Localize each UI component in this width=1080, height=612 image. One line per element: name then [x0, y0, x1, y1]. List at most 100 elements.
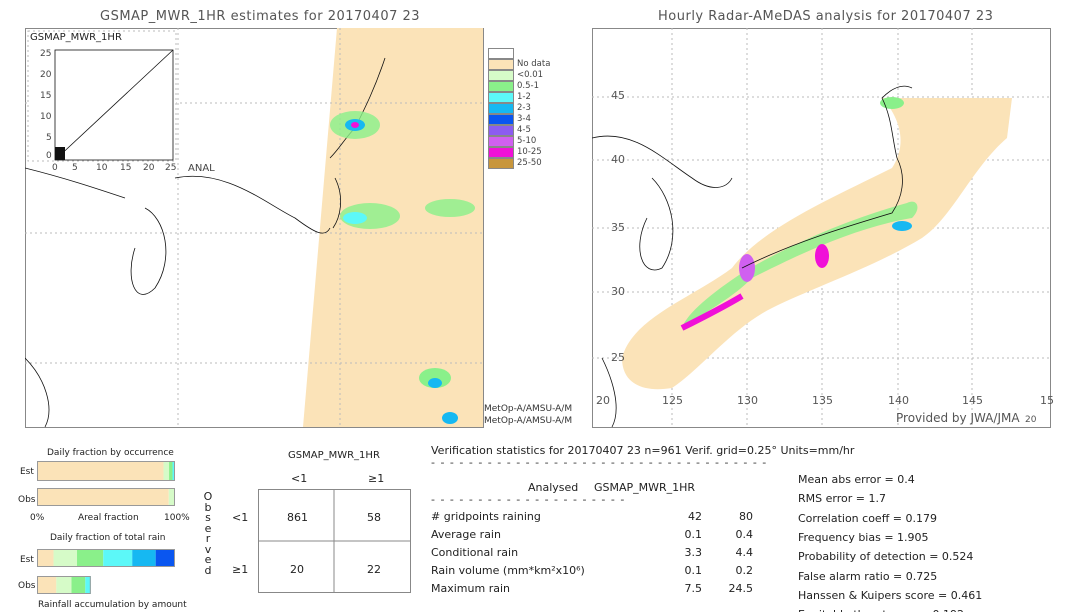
- legend-swatch: [488, 147, 514, 158]
- lat-label: 45: [611, 89, 625, 102]
- stat-label: Conditional rain: [431, 546, 519, 559]
- bar-segment: [169, 461, 173, 481]
- inset-xtick-10: 10: [96, 163, 108, 173]
- score: Probability of detection = 0.524: [798, 550, 974, 564]
- left-map-title: GSMAP_MWR_1HR estimates for 20170407 23: [100, 9, 421, 24]
- stat-estimate: 24.5: [728, 582, 754, 595]
- axis-right: 100%: [164, 513, 190, 523]
- inset-xlabel: ANAL: [188, 163, 215, 174]
- legend-swatch: [488, 48, 514, 59]
- legend-swatch: [488, 92, 514, 103]
- occurrence-title: Daily fraction by occurrence: [47, 448, 174, 458]
- bar-segment: [56, 576, 72, 594]
- legend-swatch: [488, 114, 514, 125]
- inset-ytick-0: 0: [46, 151, 52, 161]
- inset-xtick-0: 0: [52, 163, 58, 173]
- lat-label: 20: [596, 394, 610, 407]
- score: Mean abs error = 0.4: [798, 473, 915, 486]
- legend-swatch: [488, 125, 514, 136]
- stat-label: Rain volume (mm*km²x10⁶): [431, 564, 585, 577]
- bar-segment: [71, 576, 86, 594]
- right-map-title: Hourly Radar-AMeDAS analysis for 2017040…: [658, 9, 994, 24]
- bar-segment: [37, 549, 54, 567]
- legend-label: 25-50: [517, 158, 542, 168]
- legend-label: 2-3: [517, 103, 531, 113]
- cell: 22: [367, 563, 381, 576]
- legend-swatch: [488, 70, 514, 81]
- contingency-grid: [258, 489, 411, 593]
- stat-estimate: 0.2: [735, 564, 754, 577]
- lat-label: 40: [611, 153, 625, 166]
- credit: Provided by JWA/JMA: [896, 411, 1020, 425]
- row-header: ≥1: [232, 563, 249, 576]
- legend-swatch: [488, 158, 514, 169]
- row-header: <1: [232, 511, 249, 524]
- inset-ytick-25: 25: [40, 49, 52, 59]
- observed-label: Observed: [203, 491, 213, 577]
- lon-label: 15: [1040, 394, 1054, 407]
- stat-label: Maximum rain: [431, 582, 510, 595]
- swath-label: MetOp-A/AMSU-A/M: [484, 416, 573, 426]
- axis-left: 0%: [30, 513, 45, 523]
- legend-label: 1-2: [517, 92, 531, 102]
- lon-label: 125: [662, 394, 683, 407]
- inset-xtick-25: 25: [165, 163, 177, 173]
- legend-swatch: [488, 136, 514, 147]
- legend-label: 3-4: [517, 114, 531, 124]
- inset-xtick-20: 20: [143, 163, 155, 173]
- score: False alarm ratio = 0.725: [798, 569, 938, 583]
- inset-title: GSMAP_MWR_1HR: [30, 32, 122, 43]
- stat-analysed: 42: [688, 510, 702, 523]
- obs-label: Obs: [18, 581, 36, 591]
- swath-label: MetOp-A/AMSU-A/M: [484, 404, 573, 414]
- inset-ytick-5: 5: [46, 133, 52, 143]
- stat-estimate: 4.4: [735, 546, 754, 559]
- stat-analysed: 0.1: [684, 528, 703, 541]
- col-header: ≥1: [368, 472, 385, 485]
- cell: 58: [367, 511, 381, 524]
- col-header: <1: [291, 472, 308, 485]
- bar-segment: [132, 549, 156, 567]
- inset-xtick-5: 5: [72, 163, 78, 173]
- est-label: Est: [20, 467, 34, 477]
- bar-segment: [37, 461, 164, 481]
- lat-label: 30: [611, 285, 625, 298]
- total-rain-title: Daily fraction of total rain: [50, 533, 166, 543]
- legend-label: 10-25: [517, 147, 542, 157]
- stat-estimate: 80: [739, 510, 753, 523]
- divider: - - - - - - - - - - - - - - - - - - - - …: [431, 493, 626, 506]
- bar-segment: [53, 549, 78, 567]
- stat-analysed: 3.3: [684, 546, 703, 559]
- legend-label: 4-5: [517, 125, 531, 135]
- obs-label: Obs: [18, 495, 36, 505]
- inset-ytick-15: 15: [40, 91, 52, 101]
- legend-swatch: [488, 59, 514, 70]
- left-map: [25, 28, 484, 428]
- observed-letter: d: [204, 563, 212, 577]
- inset-ytick-20: 20: [40, 70, 52, 80]
- stat-label: Average rain: [431, 528, 501, 541]
- lat-label: 25: [611, 351, 625, 364]
- legend-label: No data: [517, 59, 551, 69]
- lon-label: 145: [962, 394, 983, 407]
- scatter-points: [55, 147, 65, 160]
- score: Equitable threat score= 0.192: [798, 608, 964, 612]
- stat-analysed: 0.1: [684, 564, 703, 577]
- score: Correlation coeff = 0.179: [798, 511, 937, 525]
- cell: 20: [290, 563, 304, 576]
- est-label: Est: [20, 555, 34, 565]
- bar-segment: [103, 549, 133, 567]
- score: Frequency bias = 1.905: [798, 530, 929, 544]
- occurrence-bars: [37, 461, 175, 506]
- right-map: [592, 28, 1051, 428]
- legend-swatch: [488, 103, 514, 114]
- bar-segment: [37, 576, 57, 594]
- score: RMS error = 1.7: [798, 492, 886, 506]
- inset-xtick-15: 15: [120, 163, 132, 173]
- lon-label-first: 20: [1025, 415, 1037, 425]
- bar-segment: [163, 461, 170, 481]
- legend-swatch: [488, 81, 514, 92]
- cell: 861: [287, 511, 308, 524]
- total-rain-bars: [37, 549, 175, 594]
- contingency-title: GSMAP_MWR_1HR: [288, 450, 380, 461]
